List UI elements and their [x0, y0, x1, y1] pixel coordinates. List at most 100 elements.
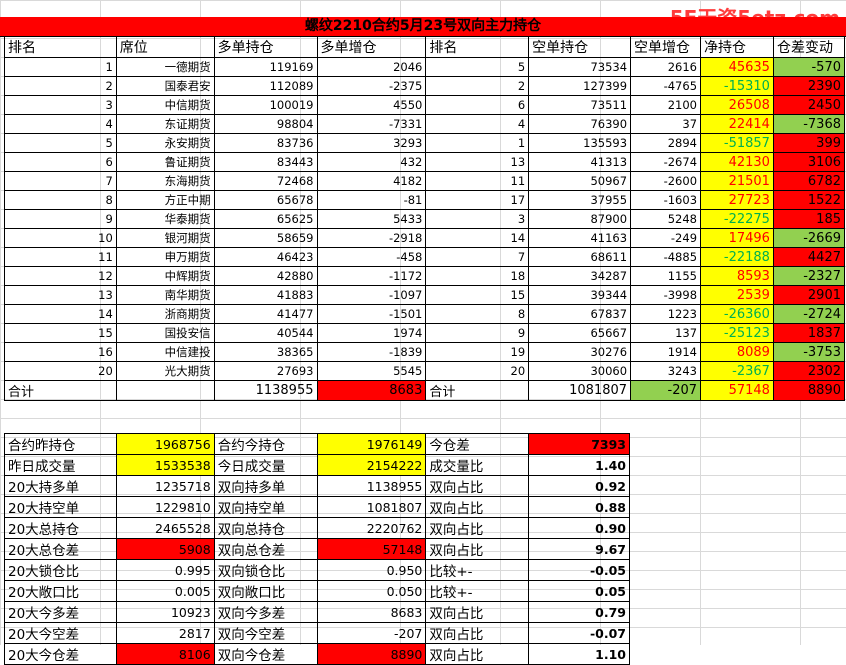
sum-short-chg[interactable]: -207 — [630, 380, 702, 401]
table-cell[interactable]: 98804 — [213, 114, 318, 134]
stats-cell[interactable]: 0.92 — [528, 475, 630, 497]
table-cell[interactable]: 5 — [425, 57, 530, 77]
table-cell[interactable]: -15310 — [700, 76, 774, 96]
stats-cell[interactable]: 1.10 — [528, 643, 630, 665]
table-cell[interactable]: 21501 — [700, 171, 774, 191]
table-cell[interactable]: 11 — [4, 247, 117, 267]
table-cell[interactable]: 6 — [425, 95, 530, 115]
table-cell[interactable]: 137 — [630, 323, 702, 343]
sum-label2[interactable]: 合计 — [425, 380, 530, 401]
table-cell[interactable]: 42880 — [213, 266, 318, 286]
stats-cell[interactable]: 20大持多单 — [4, 475, 117, 497]
stats-cell[interactable]: 双向今仓差 — [213, 643, 318, 665]
table-cell[interactable]: -26360 — [700, 304, 774, 324]
stats-cell[interactable]: 1968756 — [115, 433, 215, 455]
sum-label[interactable]: 合计 — [4, 380, 117, 401]
table-cell[interactable]: 14 — [425, 228, 530, 248]
table-cell[interactable]: 76390 — [528, 114, 632, 134]
header-cell[interactable]: 排名 — [425, 36, 530, 58]
table-cell[interactable]: 41477 — [213, 304, 318, 324]
table-cell[interactable]: 5 — [4, 133, 117, 153]
table-cell[interactable]: 华泰期货 — [115, 209, 215, 229]
table-cell[interactable]: -1501 — [316, 304, 427, 324]
table-cell[interactable]: 65678 — [213, 190, 318, 210]
table-cell[interactable]: 42130 — [700, 152, 774, 172]
table-cell[interactable]: 9 — [4, 209, 117, 229]
table-cell[interactable]: 3 — [4, 95, 117, 115]
stats-cell[interactable]: 双向今空差 — [213, 622, 318, 644]
table-cell[interactable]: 中辉期货 — [115, 266, 215, 286]
table-cell[interactable]: -1603 — [630, 190, 702, 210]
table-cell[interactable]: 8 — [425, 304, 530, 324]
table-cell[interactable]: 12 — [4, 266, 117, 286]
table-cell[interactable]: 2539 — [700, 285, 774, 305]
table-cell[interactable]: 4427 — [772, 247, 846, 267]
stats-cell[interactable]: -207 — [316, 622, 427, 644]
table-cell[interactable]: 185 — [772, 209, 846, 229]
sum-empty[interactable] — [115, 380, 215, 401]
stats-cell[interactable]: 9.67 — [528, 538, 630, 560]
stats-cell[interactable]: 1229810 — [115, 496, 215, 518]
table-cell[interactable]: 87900 — [528, 209, 632, 229]
sum-long[interactable]: 1138955 — [213, 380, 318, 401]
table-cell[interactable]: 83736 — [213, 133, 318, 153]
table-cell[interactable]: 38365 — [213, 342, 318, 362]
table-cell[interactable]: -249 — [630, 228, 702, 248]
stats-cell[interactable]: 0.79 — [528, 601, 630, 623]
table-cell[interactable]: -2327 — [772, 266, 846, 286]
table-cell[interactable]: 37955 — [528, 190, 632, 210]
table-cell[interactable]: 中信期货 — [115, 95, 215, 115]
table-cell[interactable]: 119169 — [213, 57, 318, 77]
table-cell[interactable]: 国泰君安 — [115, 76, 215, 96]
table-cell[interactable]: 30276 — [528, 342, 632, 362]
header-cell[interactable]: 席位 — [115, 36, 215, 58]
stats-cell[interactable]: 双向持多单 — [213, 475, 318, 497]
table-cell[interactable]: 68611 — [528, 247, 632, 267]
stats-cell[interactable]: 合约今持仓 — [213, 433, 318, 455]
stats-cell[interactable]: 2465528 — [115, 517, 215, 539]
table-cell[interactable]: 100019 — [213, 95, 318, 115]
table-cell[interactable]: 399 — [772, 133, 846, 153]
table-cell[interactable]: 2616 — [630, 57, 702, 77]
table-cell[interactable]: 1223 — [630, 304, 702, 324]
stats-cell[interactable]: 2220762 — [316, 517, 427, 539]
header-cell[interactable]: 多单持仓 — [213, 36, 318, 58]
table-cell[interactable]: 银河期货 — [115, 228, 215, 248]
table-cell[interactable]: 3243 — [630, 361, 702, 381]
stats-cell[interactable]: 双向持空单 — [213, 496, 318, 518]
table-cell[interactable]: -25123 — [700, 323, 774, 343]
table-cell[interactable]: 17 — [425, 190, 530, 210]
table-cell[interactable]: 27693 — [213, 361, 318, 381]
table-cell[interactable]: 5248 — [630, 209, 702, 229]
table-cell[interactable]: -2918 — [316, 228, 427, 248]
table-cell[interactable]: 127399 — [528, 76, 632, 96]
table-cell[interactable]: 50967 — [528, 171, 632, 191]
table-cell[interactable]: 南华期货 — [115, 285, 215, 305]
stats-cell[interactable]: 7393 — [528, 433, 630, 455]
table-cell[interactable]: -3753 — [772, 342, 846, 362]
stats-cell[interactable]: 5908 — [115, 538, 215, 560]
table-cell[interactable]: 5433 — [316, 209, 427, 229]
table-cell[interactable]: -81 — [316, 190, 427, 210]
table-cell[interactable]: 中信建投 — [115, 342, 215, 362]
stats-cell[interactable]: 双向占比 — [425, 496, 530, 518]
table-cell[interactable]: 4 — [4, 114, 117, 134]
table-cell[interactable]: 13 — [4, 285, 117, 305]
table-cell[interactable]: 8 — [4, 190, 117, 210]
table-cell[interactable]: 方正中期 — [115, 190, 215, 210]
table-cell[interactable]: 2302 — [772, 361, 846, 381]
stats-cell[interactable]: 昨日成交量 — [4, 454, 117, 476]
stats-cell[interactable]: 1976149 — [316, 433, 427, 455]
table-cell[interactable]: -7331 — [316, 114, 427, 134]
table-cell[interactable]: 73511 — [528, 95, 632, 115]
stats-cell[interactable]: 今日成交量 — [213, 454, 318, 476]
stats-cell[interactable]: 比较+- — [425, 580, 530, 602]
table-cell[interactable]: -22188 — [700, 247, 774, 267]
table-cell[interactable]: -2375 — [316, 76, 427, 96]
stats-cell[interactable]: 双向占比 — [425, 517, 530, 539]
table-cell[interactable]: 20 — [425, 361, 530, 381]
table-cell[interactable]: 19 — [425, 342, 530, 362]
stats-cell[interactable]: 0.90 — [528, 517, 630, 539]
stats-cell[interactable]: 20大今多差 — [4, 601, 117, 623]
stats-cell[interactable]: 8890 — [316, 643, 427, 665]
